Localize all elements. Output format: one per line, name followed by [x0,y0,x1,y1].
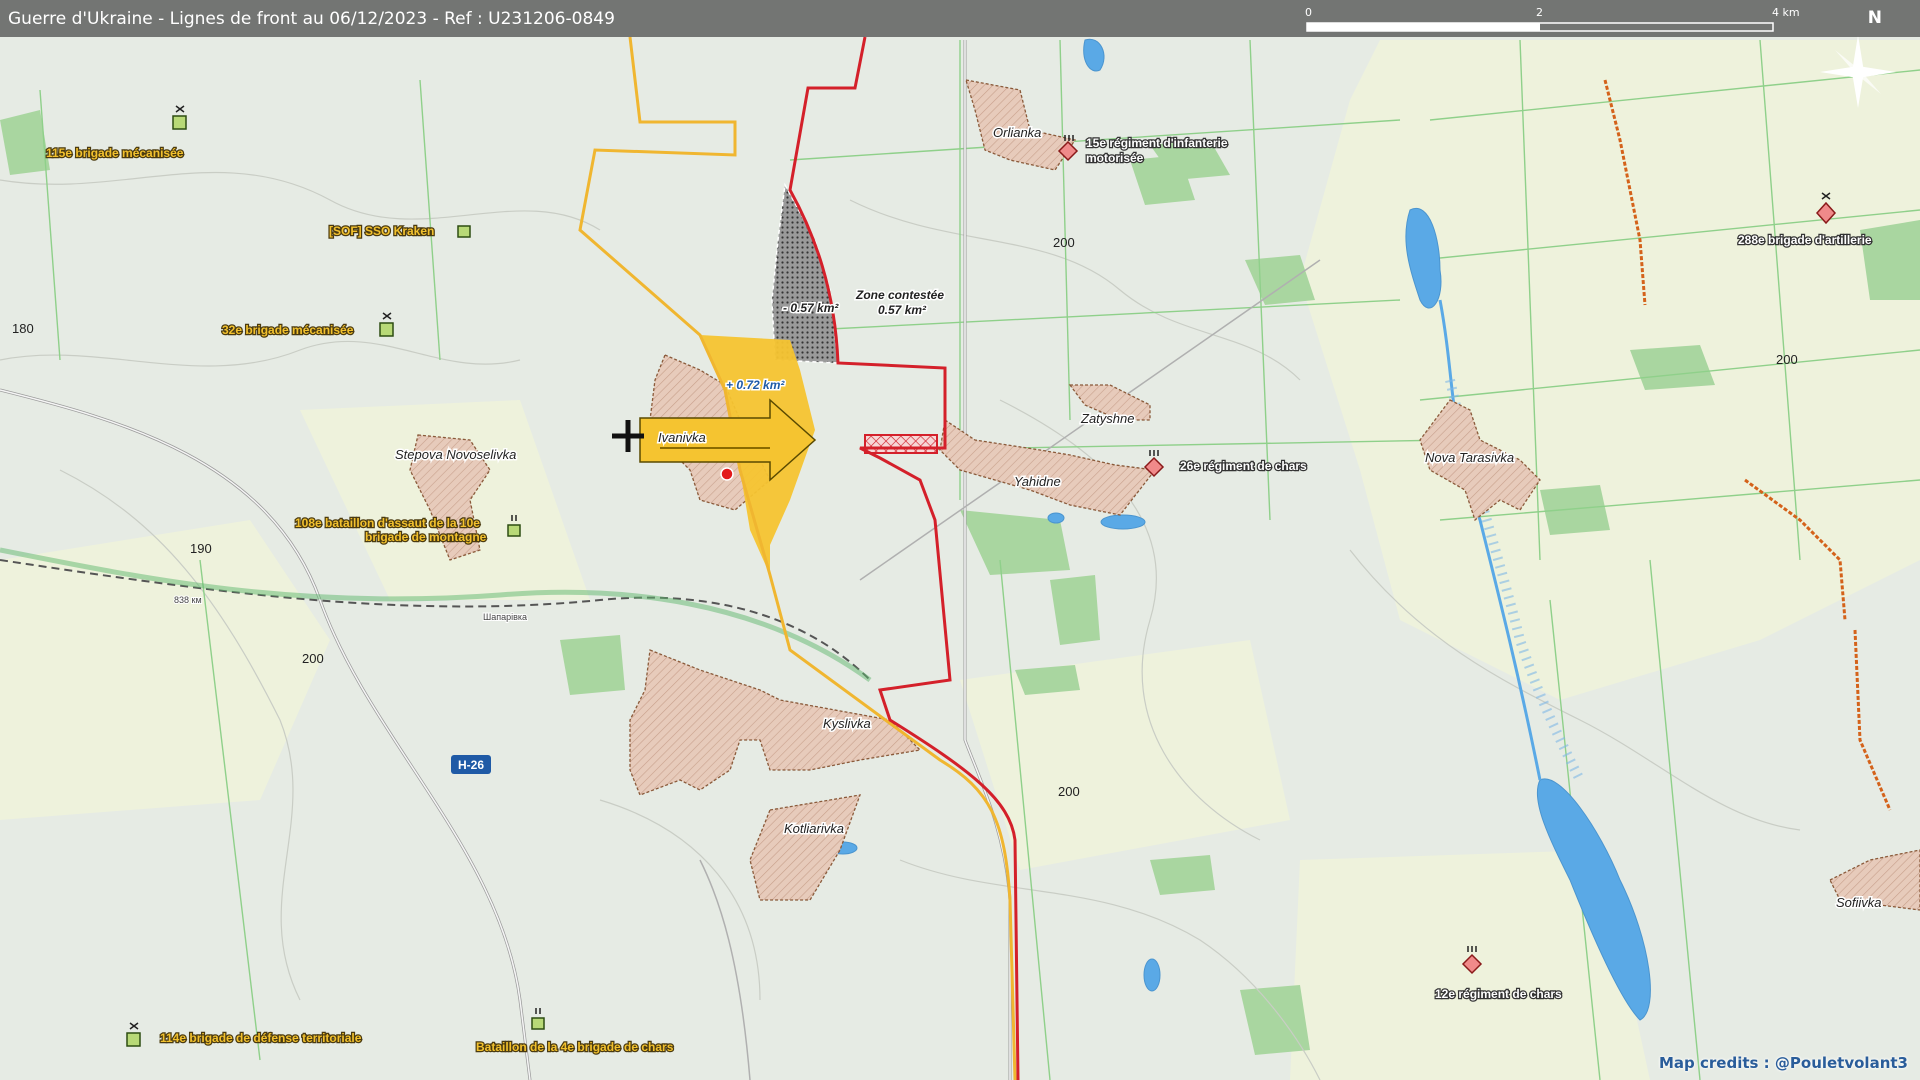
unit-26-label: 26e régiment de chars [1180,459,1307,473]
elev-200-d: 200 [1776,352,1798,367]
place-kotliarivka: Kotliarivka [784,821,844,836]
unit-sof-icon [457,225,471,238]
place-shaparivka: Шапарівка [483,612,527,622]
contested-area-label: 0.57 km² [878,303,927,317]
settlement-kyslivka [629,649,922,796]
place-sofiivka: Sofiivka [1836,895,1882,910]
scale-bar [1306,22,1774,32]
unit-108-icon [507,524,521,537]
unit-108-label-1: 108e bataillon d'assaut de la 10e [295,516,480,530]
place-nova-tarasivka: Nova Tarasivka [1425,450,1514,465]
place-ivanivka: Ivanivka [658,430,706,445]
unit-12-label: 12e régiment de chars [1435,987,1562,1001]
unit-sof-label: [SOF] SSO Kraken [329,224,434,238]
unit-4-icon [531,1017,545,1030]
place-yahidne: Yahidne [1014,474,1061,489]
scale-label-2: 2 [1536,6,1543,19]
title-bar: Guerre d'Ukraine - Lignes de front au 06… [0,0,1920,37]
elev-200-c: 200 [1058,784,1080,799]
unit-114-label: 114e brigade de défense territoriale [160,1031,362,1045]
unit-288-label: 288e brigade d'artillerie [1738,233,1872,247]
north-label: N [1867,8,1882,28]
unit-115-icon [172,115,187,130]
scale-label-4: 4 km [1772,6,1800,19]
place-zatyshne: Zatyshne [1080,411,1134,426]
battle-cross-icon [612,420,644,452]
unit-4-label: Bataillon de la 4e brigade de chars [476,1040,674,1054]
elev-190: 190 [190,541,212,556]
unit-32-icon [379,322,394,337]
map-canvas[interactable]: H-26 Orlianka Zatyshne Yahidne Ivanivka … [0,0,1920,1080]
unit-115-label: 115e brigade mécanisée [46,146,184,160]
unit-108-label-2: brigade de montagne [365,530,487,544]
unit-32-label: 32e brigade mécanisée [222,323,354,337]
place-kyslivka: Kyslivka [823,716,871,731]
unit-114-icon [126,1032,141,1047]
red-dot-icon [720,467,734,481]
elev-180: 180 [12,321,34,336]
map-title: Guerre d'Ukraine - Lignes de front au 06… [8,9,615,29]
map-credits: Map credits : @Pouletvolant3 [1659,1054,1908,1072]
russian-hatch-area [864,434,938,454]
road-sign-h26: H-26 [451,755,491,774]
contested-title-label: Zone contestée [855,288,944,302]
road-label-h26: H-26 [458,758,484,772]
settlement-yahidne [939,418,1157,516]
elev-200-b: 200 [1053,235,1075,250]
unit-15-label-1: 15e régiment d'infanterie [1086,136,1228,150]
unit-15-label-2: motorisée [1086,151,1144,165]
gain-area-label: + 0.72 km² [726,378,785,392]
km-marker: 838 км [174,595,202,605]
contested-area[interactable] [771,182,839,364]
loss-area-label: - 0.57 km² [783,301,839,315]
scale-label-0: 0 [1305,6,1312,19]
ukraine-front-line [578,36,1017,1080]
place-orlianka: Orlianka [993,125,1041,140]
elev-200-a: 200 [302,651,324,666]
place-stepova: Stepova Novoselivka [395,447,516,462]
